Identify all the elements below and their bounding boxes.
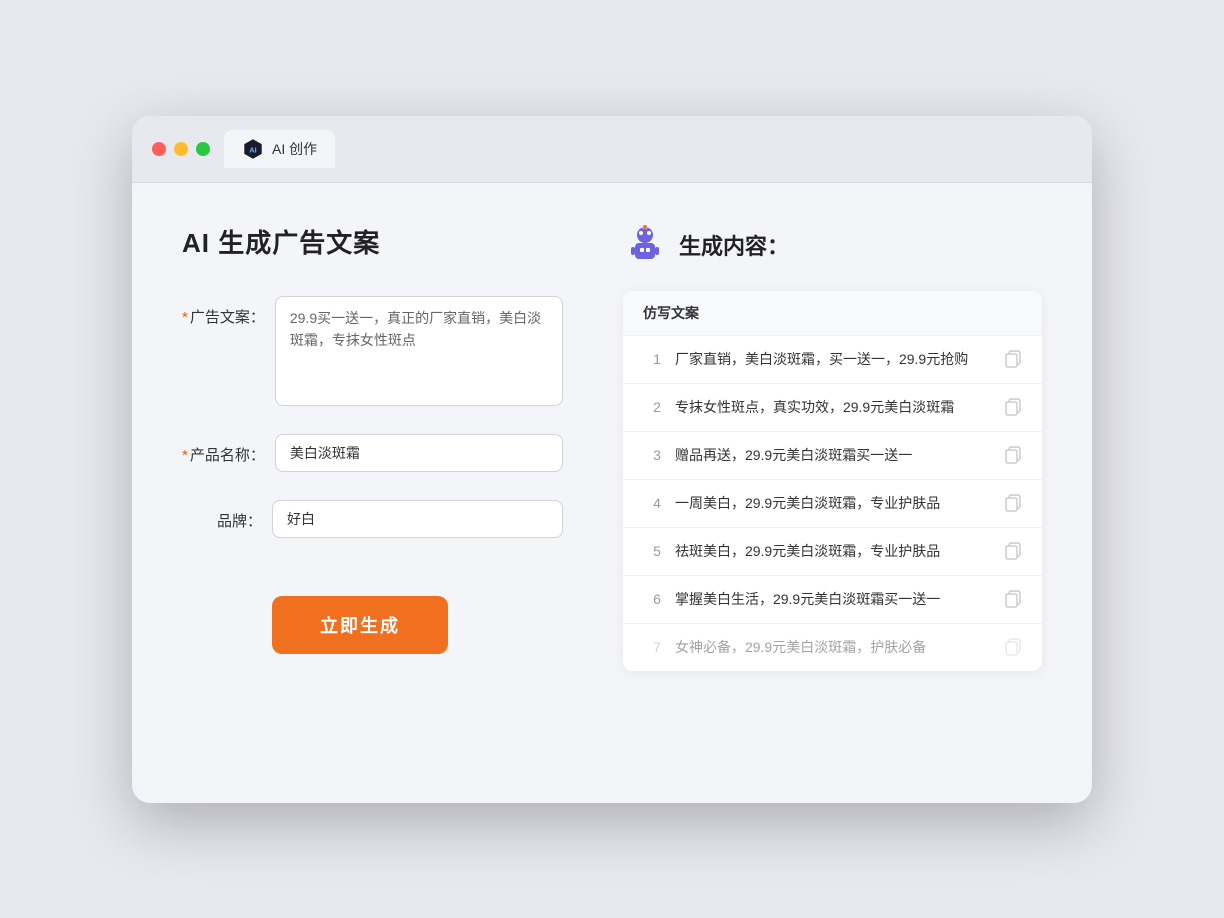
product-name-input[interactable] (275, 434, 563, 472)
right-title: 生成内容： (679, 229, 789, 261)
result-row: 6 掌握美白生活，29.9元美白淡斑霜买一送一 (623, 576, 1042, 624)
copy-icon[interactable] (1004, 446, 1022, 464)
ai-tab[interactable]: AI AI 创作 (224, 130, 335, 168)
result-text: 赠品再送，29.9元美白淡斑霜买一送一 (675, 445, 990, 466)
right-header: 生成内容： (623, 223, 1042, 267)
ad-copy-textarea[interactable]: 29.9买一送一，真正的厂家直销，美白淡斑霜，专抹女性斑点 (275, 296, 563, 406)
product-name-label: *产品名称： (182, 434, 265, 465)
result-number: 6 (643, 591, 661, 607)
result-number: 5 (643, 543, 661, 559)
required-star-1: * (182, 309, 188, 326)
ad-copy-label: *广告文案： (182, 296, 265, 327)
result-text: 祛斑美白，29.9元美白淡斑霜，专业护肤品 (675, 541, 990, 562)
result-number: 2 (643, 399, 661, 415)
tab-label: AI 创作 (272, 139, 317, 159)
left-panel: AI 生成广告文案 *广告文案： 29.9买一送一，真正的厂家直销，美白淡斑霜，… (182, 223, 563, 763)
result-row: 4 一周美白，29.9元美白淡斑霜，专业护肤品 (623, 480, 1042, 528)
result-rows-container: 1 厂家直销，美白淡斑霜，买一送一，29.9元抢购 2 专抹女性斑点，真实功效，… (623, 336, 1042, 671)
result-row: 7 女神必备，29.9元美白淡斑霜，护肤必备 (623, 624, 1042, 671)
result-text: 女神必备，29.9元美白淡斑霜，护肤必备 (675, 637, 990, 658)
right-panel: 生成内容： 仿写文案 1 厂家直销，美白淡斑霜，买一送一，29.9元抢购 2 专… (623, 223, 1042, 763)
result-row: 1 厂家直销，美白淡斑霜，买一送一，29.9元抢购 (623, 336, 1042, 384)
ai-tab-icon: AI (242, 138, 264, 160)
copy-icon[interactable] (1004, 350, 1022, 368)
result-text: 厂家直销，美白淡斑霜，买一送一，29.9元抢购 (675, 349, 990, 370)
product-name-group: *产品名称： (182, 434, 563, 472)
result-text: 掌握美白生活，29.9元美白淡斑霜买一送一 (675, 589, 990, 610)
result-row: 5 祛斑美白，29.9元美白淡斑霜，专业护肤品 (623, 528, 1042, 576)
page-title: AI 生成广告文案 (182, 223, 563, 260)
result-number: 4 (643, 495, 661, 511)
result-number: 7 (643, 639, 661, 655)
result-text: 专抹女性斑点，真实功效，29.9元美白淡斑霜 (675, 397, 990, 418)
copy-icon[interactable] (1004, 590, 1022, 608)
result-row: 2 专抹女性斑点，真实功效，29.9元美白淡斑霜 (623, 384, 1042, 432)
result-table: 仿写文案 1 厂家直销，美白淡斑霜，买一送一，29.9元抢购 2 专抹女性斑点，… (623, 291, 1042, 671)
required-star-2: * (182, 447, 188, 464)
close-button[interactable] (152, 142, 166, 156)
maximize-button[interactable] (196, 142, 210, 156)
ad-copy-group: *广告文案： 29.9买一送一，真正的厂家直销，美白淡斑霜，专抹女性斑点 (182, 296, 563, 406)
result-text: 一周美白，29.9元美白淡斑霜，专业护肤品 (675, 493, 990, 514)
copy-icon[interactable] (1004, 542, 1022, 560)
brand-label: 品牌： (182, 500, 262, 531)
svg-text:AI: AI (249, 145, 256, 154)
brand-group: 品牌： (182, 500, 563, 538)
result-table-header: 仿写文案 (623, 291, 1042, 336)
title-bar: AI AI 创作 (132, 116, 1092, 183)
generate-button[interactable]: 立即生成 (272, 596, 448, 654)
minimize-button[interactable] (174, 142, 188, 156)
traffic-lights (152, 142, 210, 156)
copy-icon[interactable] (1004, 494, 1022, 512)
brand-input[interactable] (272, 500, 563, 538)
result-number: 1 (643, 351, 661, 367)
browser-window: AI AI 创作 AI 生成广告文案 *广告文案： 29.9买一送一，真正的厂家… (132, 116, 1092, 803)
copy-icon[interactable] (1004, 638, 1022, 656)
copy-icon[interactable] (1004, 398, 1022, 416)
robot-icon (623, 223, 667, 267)
result-row: 3 赠品再送，29.9元美白淡斑霜买一送一 (623, 432, 1042, 480)
main-content: AI 生成广告文案 *广告文案： 29.9买一送一，真正的厂家直销，美白淡斑霜，… (132, 183, 1092, 803)
result-number: 3 (643, 447, 661, 463)
